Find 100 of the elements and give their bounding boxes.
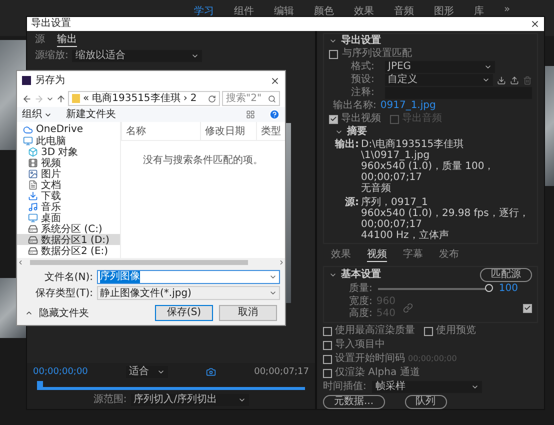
path-segment[interactable]: › <box>183 92 188 105</box>
file-type-dropdown[interactable]: 静止图像文件(*.jpg) <box>97 286 280 300</box>
checkbox[interactable] <box>323 368 332 378</box>
workspace-tab[interactable]: 编辑 <box>264 2 303 20</box>
column-header[interactable]: 名称 <box>121 122 200 140</box>
cancel-button[interactable]: 取消 <box>219 305 277 321</box>
help-icon[interactable] <box>269 109 280 120</box>
link-icon[interactable] <box>403 303 414 313</box>
checkbox[interactable] <box>323 354 332 364</box>
workspace-tab[interactable]: 颜色 <box>304 2 343 20</box>
up-icon[interactable] <box>56 94 66 104</box>
checkbox-label: 导入项目中 <box>335 339 385 351</box>
slider-thumb[interactable] <box>484 284 493 292</box>
output-name-link[interactable]: 0917_1.jpg <box>380 100 436 112</box>
tab[interactable]: 视频 <box>367 248 387 262</box>
camera-icon[interactable] <box>206 367 216 377</box>
path-segment[interactable]: 2 <box>190 92 197 105</box>
dropdown[interactable]: 适合 <box>126 366 168 378</box>
view-icon[interactable] <box>246 110 255 119</box>
workspace-tab[interactable]: 图形 <box>424 2 463 20</box>
path-segment[interactable]: « <box>83 92 90 105</box>
tab[interactable]: 源 <box>35 33 45 47</box>
new-folder-button[interactable]: 新建文件夹 <box>66 108 116 121</box>
nav-item[interactable]: 文档 <box>17 179 120 190</box>
desktop-icon <box>28 212 38 222</box>
checkbox[interactable] <box>424 326 433 336</box>
field-label: 预设: <box>351 74 376 86</box>
save-button[interactable]: 保存(S) <box>155 305 213 321</box>
caret-icon <box>156 368 165 376</box>
nav-item[interactable]: 此电脑 <box>17 135 120 146</box>
summary-text: 44100 Hz，立体声 <box>361 230 450 241</box>
workspace-tab[interactable]: 音频 <box>384 2 423 20</box>
collapse-icon[interactable] <box>335 128 343 136</box>
hide-folders-link[interactable]: 隐藏文件夹 <box>39 306 89 320</box>
summary-text: 960x540 (1.0)，29.98 fps，逐行，00;00;07;17 <box>361 208 530 230</box>
nav-item[interactable]: 音乐 <box>17 201 120 212</box>
nav-item[interactable]: 系统分区 (C:) <box>17 223 120 234</box>
close-icon[interactable] <box>530 19 540 29</box>
search-field[interactable]: 搜索"2" <box>222 91 280 106</box>
download-icon[interactable] <box>497 76 506 84</box>
workspace-tab[interactable]: 学习 <box>184 2 223 20</box>
nav-item[interactable]: 桌面 <box>17 212 120 223</box>
section-title: 导出设置 <box>341 35 381 47</box>
collapse-icon[interactable] <box>329 37 337 45</box>
caret-icon[interactable] <box>25 309 33 317</box>
workspace-tab[interactable]: 组件 <box>224 2 263 20</box>
match-source-button[interactable]: 匹配源 <box>480 268 532 282</box>
nav-item[interactable]: OneDrive <box>17 124 120 135</box>
tab[interactable]: 输出 <box>57 33 77 47</box>
organize-menu[interactable]: 组织 <box>22 108 42 121</box>
music-icon <box>28 202 38 212</box>
back-icon[interactable] <box>22 94 32 104</box>
tab[interactable]: 发布 <box>439 248 459 262</box>
folder-icon <box>72 94 80 103</box>
dropdown[interactable]: 帧采样 <box>372 381 482 393</box>
workspace-tab[interactable]: 效果 <box>344 2 383 20</box>
summary-text: 序列，0917_1 <box>361 197 429 208</box>
checkbox[interactable] <box>329 114 338 124</box>
dropdown[interactable]: JPEG <box>385 61 495 73</box>
tab[interactable]: 效果 <box>331 248 351 262</box>
nav-item[interactable]: 下载 <box>17 190 120 201</box>
summary-text: 无音频 <box>361 183 392 194</box>
scroll-right-icon[interactable] <box>278 259 285 266</box>
column-header[interactable]: 修改日期 <box>200 122 256 140</box>
filename-field[interactable]: 序列图像 <box>97 270 280 284</box>
dropdown[interactable]: 序列切入/序列切出 <box>130 394 249 406</box>
close-icon[interactable] <box>270 76 280 86</box>
dropdown[interactable]: 缩放以适合 <box>72 50 202 62</box>
cube-icon <box>28 146 38 156</box>
refresh-icon[interactable] <box>208 94 216 102</box>
nav-item[interactable]: 视频 <box>17 157 120 168</box>
quality-value: 100 <box>498 283 518 295</box>
dialog-button[interactable]: 队列 <box>404 395 447 409</box>
search-icon <box>268 94 276 102</box>
dropdown[interactable]: 自定义 <box>384 74 494 86</box>
nav-item[interactable]: 图片 <box>17 168 120 179</box>
column-header[interactable]: 类型 <box>256 122 285 140</box>
workspace-tab[interactable]: 库 <box>464 2 493 20</box>
field-label: 注释: <box>351 87 376 99</box>
field-label: 高度: <box>349 308 372 320</box>
nav-item[interactable]: 数据分区2 (E:) <box>17 245 120 256</box>
dialog-button[interactable]: 元数据... <box>323 395 385 409</box>
drive-icon <box>28 224 38 234</box>
checkbox-label: 导出视频 <box>341 113 381 125</box>
scroll-left-icon[interactable] <box>17 259 24 266</box>
horizontal-scrollbar[interactable] <box>17 258 285 267</box>
checkbox[interactable] <box>323 326 332 336</box>
drive-icon <box>28 234 38 244</box>
more-workspaces-button[interactable]: » <box>494 2 520 17</box>
tab[interactable]: 字幕 <box>403 248 423 262</box>
nav-item[interactable]: 数据分区1 (D:) <box>17 234 120 245</box>
checkbox[interactable] <box>323 340 332 350</box>
path-segment[interactable]: 电商193515李佳琪 <box>92 92 180 105</box>
collapse-icon[interactable] <box>329 271 337 279</box>
checkbox[interactable] <box>329 50 338 58</box>
nav-item[interactable]: 3D 对象 <box>17 146 120 157</box>
summary-text: 960x540 (1.0)，质量 100，00;00;07;17 <box>361 161 496 183</box>
checkbox[interactable] <box>523 304 532 312</box>
address-bar[interactable]: « 电商193515李佳琪 › 2 <box>68 91 220 106</box>
upload-icon[interactable] <box>510 76 520 84</box>
